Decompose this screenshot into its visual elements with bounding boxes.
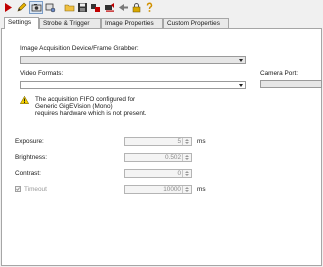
toolbar (0, 0, 323, 15)
lock-icon[interactable] (131, 2, 142, 13)
tab-custom-properties[interactable]: Custom Properties (163, 18, 229, 28)
spin-up-icon[interactable] (185, 155, 189, 157)
open-folder-icon[interactable] (64, 2, 75, 13)
timeout-spinbox[interactable]: 10000 (124, 185, 192, 194)
contrast-stepper[interactable] (182, 170, 191, 177)
warning-icon (20, 96, 29, 104)
tab-settings[interactable]: Settings (4, 17, 39, 29)
edit-icon[interactable] (16, 2, 27, 13)
warning-line-3: requires hardware which is not present. (35, 110, 147, 117)
timeout-stepper[interactable] (182, 186, 191, 193)
tab-strobe-trigger[interactable]: Strobe & Trigger (39, 18, 101, 28)
device-dropdown[interactable] (20, 56, 246, 64)
arrow-icon[interactable] (118, 2, 129, 13)
brightness-value: 0.502 (165, 154, 181, 161)
contrast-value: 0 (177, 170, 181, 177)
play-icon[interactable] (3, 2, 14, 13)
spin-down-icon[interactable] (185, 190, 189, 192)
timeout-value: 10000 (163, 186, 181, 193)
exposure-value: 5 (177, 138, 181, 145)
spin-down-icon[interactable] (185, 142, 189, 144)
video-format-dropdown[interactable] (20, 81, 246, 89)
camera-icon[interactable] (29, 1, 43, 14)
timeout-label: Timeout (24, 186, 47, 193)
tab-strip: Settings Strobe & Trigger Image Properti… (0, 17, 323, 29)
brightness-stepper[interactable] (182, 154, 191, 161)
tab-image-properties[interactable]: Image Properties (101, 18, 163, 28)
camera-port-dropdown[interactable] (260, 80, 322, 88)
spin-up-icon[interactable] (185, 171, 189, 173)
spin-down-icon[interactable] (185, 174, 189, 176)
chevron-down-icon (239, 84, 243, 87)
spin-down-icon[interactable] (185, 158, 189, 160)
timeout-checkbox[interactable] (15, 186, 21, 192)
camera-port-label: Camera Port: (260, 70, 299, 77)
video-format-label: Video Formats: (20, 70, 64, 77)
save-icon[interactable] (77, 2, 88, 13)
exposure-label: Exposure: (15, 138, 44, 145)
brightness-spinbox[interactable]: 0.502 (124, 153, 192, 162)
exposure-unit: ms (197, 138, 206, 145)
spin-up-icon[interactable] (185, 187, 189, 189)
chevron-down-icon (239, 59, 243, 62)
image-tools-icon[interactable] (90, 2, 101, 13)
settings-panel: Image Acquisition Device/Frame Grabber: … (1, 28, 322, 266)
exposure-spinbox[interactable]: 5 (124, 137, 192, 146)
help-icon[interactable] (144, 2, 155, 13)
device-label: Image Acquisition Device/Frame Grabber: (20, 45, 139, 52)
check-icon (16, 187, 20, 191)
spin-up-icon[interactable] (185, 139, 189, 141)
snapshot-icon[interactable] (104, 2, 115, 13)
timeout-unit: ms (197, 186, 206, 193)
brightness-label: Brightness: (15, 154, 47, 161)
device-settings-icon[interactable] (45, 2, 56, 13)
contrast-label: Contrast: (15, 170, 41, 177)
exposure-stepper[interactable] (182, 138, 191, 145)
contrast-spinbox[interactable]: 0 (124, 169, 192, 178)
